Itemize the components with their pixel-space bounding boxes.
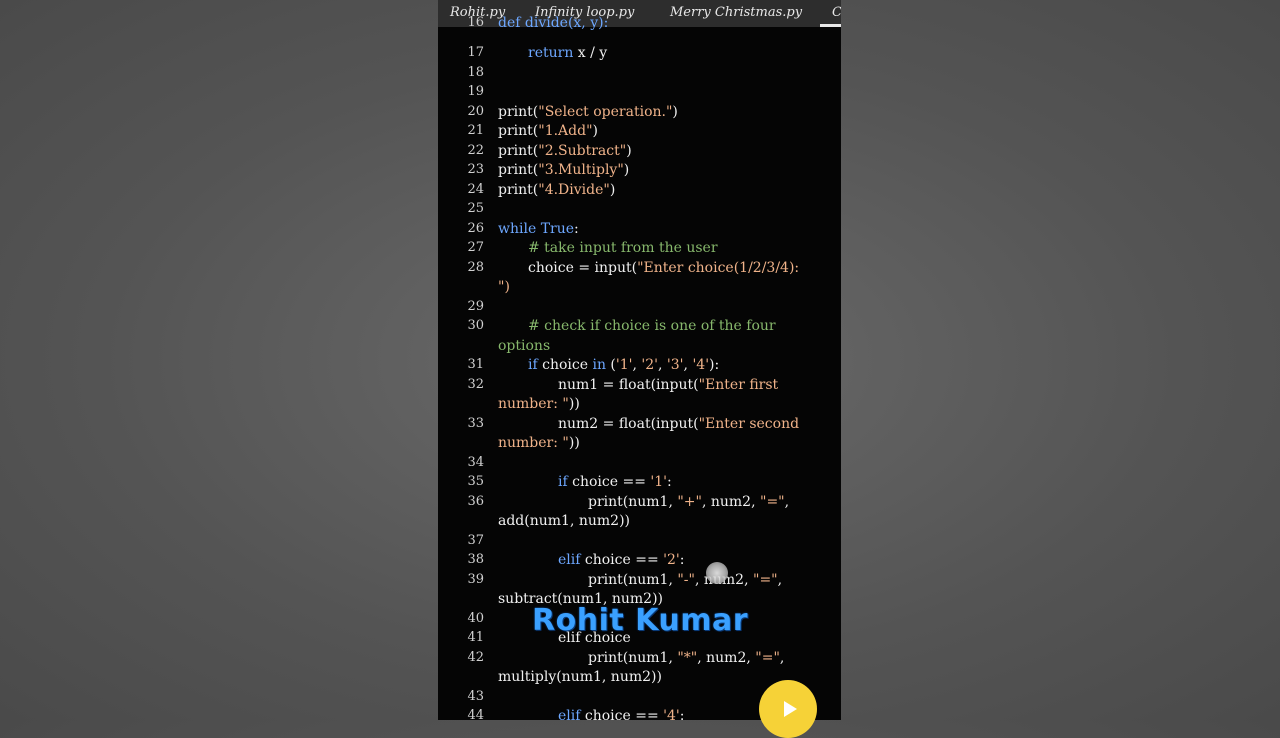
line-number: 27 [467,240,484,255]
code-line: add(num1, num2)) [438,513,841,533]
code-text: add(num1, num2)) [498,513,630,529]
code-text: if choice == '1': [558,474,672,490]
code-line: 42 print(num1, "*", num2, "=", [438,650,841,670]
touch-indicator [706,562,728,584]
line-number: 29 [467,299,484,314]
code-text: if choice in ('1', '2', '3', '4'): [528,357,720,373]
code-text: elif choice == '4': [558,708,685,720]
code-line: 32 num1 = float(input("Enter first [438,377,841,397]
line-number: 39 [467,572,484,587]
code-text: print("Select operation.") [498,104,678,120]
line-number: 35 [467,474,484,489]
code-line: 33 num2 = float(input("Enter second [438,416,841,436]
line-number: 26 [467,221,484,236]
line-number: 18 [467,65,484,80]
line-number: 44 [467,708,484,720]
line-number: 34 [467,455,484,470]
code-line: ") [438,279,841,299]
code-text: # check if choice is one of the four [528,318,776,334]
code-line: 31 if choice in ('1', '2', '3', '4'): [438,357,841,377]
code-line: 34 [438,455,841,475]
line-number: 24 [467,182,484,197]
code-line: number: ")) [438,435,841,455]
code-line: 17 return x / y [438,45,841,65]
line-number: 37 [467,533,484,548]
code-text: print("2.Subtract") [498,143,632,159]
code-text: print("3.Multiply") [498,162,630,178]
code-text: print(num1, "*", num2, "=", [588,650,785,666]
code-line: 16 def divide(x, y): [438,15,841,35]
code-line: 37 [438,533,841,553]
code-line: 28 choice = input("Enter choice(1/2/3/4): [438,260,841,280]
code-line: 29 [438,299,841,319]
code-text: while True: [498,221,579,237]
code-line: 18 [438,65,841,85]
code-text: print("4.Divide") [498,182,616,198]
line-number: 20 [467,104,484,119]
line-number: 28 [467,260,484,275]
line-number: 17 [467,45,484,60]
line-number: 41 [467,630,484,645]
line-number: 32 [467,377,484,392]
line-number: 43 [467,689,484,704]
code-text: return x / y [528,45,608,61]
code-text: options [498,338,551,354]
line-number: 23 [467,162,484,177]
code-text: print("1.Add") [498,123,598,139]
code-line: 35 if choice == '1': [438,474,841,494]
play-icon [783,701,797,717]
code-text: ") [498,279,510,295]
code-text: # take input from the user [528,240,718,256]
code-text: multiply(num1, num2)) [498,669,662,685]
code-line: 20 print("Select operation.") [438,104,841,124]
code-text: def divide(x, y): [498,15,609,31]
code-text: num1 = float(input("Enter first [558,377,779,393]
line-number: 19 [467,84,484,99]
run-button[interactable] [759,680,817,738]
line-number: 38 [467,552,484,567]
code-line: 30 # check if choice is one of the four [438,318,841,338]
code-line: 39 print(num1, "-", num2, "=", [438,572,841,592]
code-text: number: ")) [498,435,580,451]
code-line: 25 [438,201,841,221]
code-line: 38 elif choice == '2': [438,552,841,572]
channel-watermark: Rohit Kumar [532,603,749,638]
code-line: 23 print("3.Multiply") [438,162,841,182]
code-text: num2 = float(input("Enter second [558,416,800,432]
line-number: 40 [467,611,484,626]
code-line: 21 print("1.Add") [438,123,841,143]
code-line: 36 print(num1, "+", num2, "=", [438,494,841,514]
line-number: 30 [467,318,484,333]
code-text: print(num1, "+", num2, "=", [588,494,790,510]
code-line: 26 while True: [438,221,841,241]
line-number: 31 [467,357,484,372]
code-text: print(num1, "-", num2, "=", [588,572,783,588]
line-number: 42 [467,650,484,665]
line-number: 16 [467,15,484,30]
line-number: 33 [467,416,484,431]
code-text: number: ")) [498,396,580,412]
line-number: 22 [467,143,484,158]
code-line: number: ")) [438,396,841,416]
code-text: choice = input("Enter choice(1/2/3/4): [528,260,800,276]
line-number: 25 [467,201,484,216]
code-line: 19 [438,84,841,104]
line-number: 36 [467,494,484,509]
line-number: 21 [467,123,484,138]
code-line: 24 print("4.Divide") [438,182,841,202]
code-line: 27 # take input from the user [438,240,841,260]
code-line: 22 print("2.Subtract") [438,143,841,163]
code-line: options [438,338,841,358]
code-text: elif choice == '2': [558,552,685,568]
